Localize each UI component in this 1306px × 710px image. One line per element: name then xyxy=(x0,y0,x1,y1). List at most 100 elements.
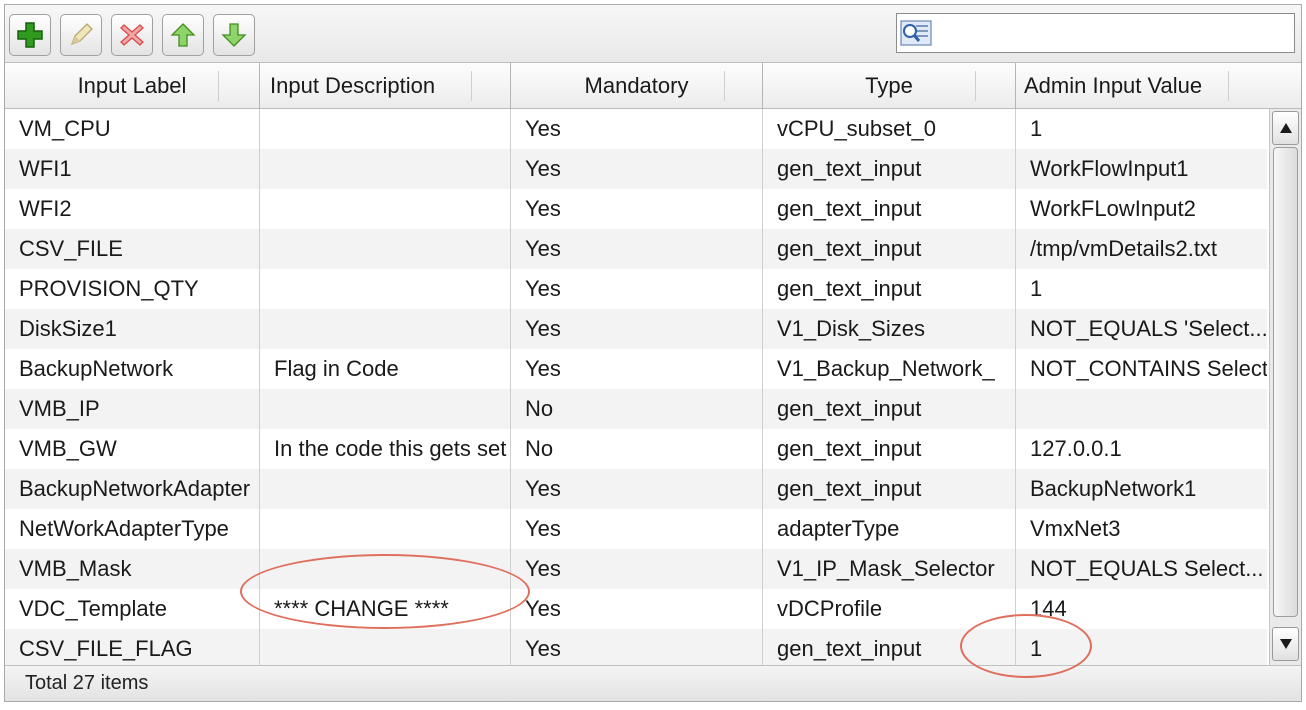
cell-type: V1_IP_Mask_Selector xyxy=(777,556,995,581)
cell-mandatory: Yes xyxy=(525,636,561,661)
cell-input-description xyxy=(260,149,510,189)
table-row[interactable]: NetWorkAdapterType Yes adapterType VmxNet3 xyxy=(5,509,1267,549)
cell-input-label: WFI2 xyxy=(19,196,72,221)
cell-type: gen_text_input xyxy=(777,156,922,181)
delete-x-icon xyxy=(120,24,144,46)
triangle-up-icon xyxy=(1279,123,1292,133)
plus-icon xyxy=(17,22,43,48)
toolbar xyxy=(5,5,1301,63)
total-items-label: Total 27 items xyxy=(25,672,149,694)
cell-type: V1_Backup_Network_ xyxy=(777,356,995,381)
cell-input-description xyxy=(260,269,510,309)
cell-type: gen_text_input xyxy=(777,436,922,461)
cell-type: vDCProfile xyxy=(777,596,883,621)
scroll-up-button[interactable] xyxy=(1272,111,1299,145)
vertical-scrollbar[interactable] xyxy=(1269,109,1301,665)
scrollbar-thumb[interactable] xyxy=(1273,147,1298,617)
cell-input-description: In the code this gets set xyxy=(274,436,507,461)
cell-type: gen_text_input xyxy=(777,196,922,221)
cell-type: gen_text_input xyxy=(777,476,922,501)
table-row[interactable]: CSV_FILE_FLAG Yes gen_text_input 1 xyxy=(5,629,1267,665)
cell-input-label: BackupNetwork xyxy=(19,356,174,381)
table-row[interactable]: VMB_IP No gen_text_input xyxy=(5,389,1267,429)
search-box[interactable] xyxy=(896,13,1295,53)
cell-mandatory: Yes xyxy=(525,316,561,341)
cell-type: adapterType xyxy=(777,516,900,541)
cell-type: gen_text_input xyxy=(777,396,922,421)
cell-input-label: BackupNetworkAdapter xyxy=(19,476,251,501)
arrow-up-icon xyxy=(170,23,196,47)
cell-input-description xyxy=(260,549,510,589)
cell-input-description xyxy=(260,229,510,269)
cell-input-description xyxy=(260,469,510,509)
search-input[interactable] xyxy=(935,17,1290,49)
cell-input-label: VMB_GW xyxy=(19,436,117,461)
table-row[interactable]: WFI1 Yes gen_text_input WorkFlowInput1 xyxy=(5,149,1267,189)
cell-mandatory: Yes xyxy=(525,516,561,541)
cell-admin-input-value: /tmp/vmDetails2.txt xyxy=(1030,236,1218,261)
cell-input-description xyxy=(260,629,510,665)
cell-input-description xyxy=(260,309,510,349)
cell-input-description: Flag in Code xyxy=(274,356,399,381)
table-row[interactable]: CSV_FILE Yes gen_text_input/tmp/vmDetails2… xyxy=(5,229,1267,269)
table-panel: Input Label Input Description Mandatory … xyxy=(4,4,1302,702)
cell-mandatory: Yes xyxy=(525,116,561,141)
cell-mandatory: Yes xyxy=(525,356,561,381)
column-header-type[interactable]: Type xyxy=(763,63,1015,109)
table-row[interactable]: VMB_GW In the code this gets set No gen_tex… xyxy=(5,429,1267,469)
table-row[interactable]: VMB_Mask Yes V1_IP_Mask_Selector NOT_EQUALS… xyxy=(5,549,1267,589)
cell-input-label: VM_CPU xyxy=(19,116,111,141)
cell-admin-input-value: NOT_CONTAINS Select xyxy=(1030,356,1267,381)
cell-input-label: VMB_Mask xyxy=(19,556,132,581)
cell-admin-input-value: 127.0.0.1 xyxy=(1030,436,1122,461)
move-up-button[interactable] xyxy=(162,14,204,56)
cell-input-label: WFI1 xyxy=(19,156,72,181)
cell-type: gen_text_input xyxy=(777,276,922,301)
cell-mandatory: Yes xyxy=(525,476,561,501)
cell-input-label: CSV_FILE xyxy=(19,236,123,261)
table-row[interactable]: VM_CPU Yes vCPU_subset_0 1 xyxy=(5,109,1267,149)
cell-admin-input-value: BackupNetwork1 xyxy=(1030,476,1197,501)
grid-body: VM_CPU Yes vCPU_subset_0 1 WFI1 Yes gen_text_i… xyxy=(5,109,1267,665)
cell-input-label: CSV_FILE_FLAG xyxy=(19,636,193,661)
cell-type: vCPU_subset_0 xyxy=(777,116,936,141)
cell-input-description xyxy=(260,509,510,549)
column-header-input-label[interactable]: Input Label xyxy=(5,63,259,109)
cell-mandatory: Yes xyxy=(525,236,561,261)
table-row[interactable]: BackupNetworkAdapter Yes gen_text_input Bac… xyxy=(5,469,1267,509)
edit-button[interactable] xyxy=(60,14,102,56)
cell-mandatory: Yes xyxy=(525,596,561,621)
cell-input-description xyxy=(260,109,510,149)
cell-type: gen_text_input xyxy=(777,636,922,661)
cell-mandatory: Yes xyxy=(525,556,561,581)
cell-admin-input-value: 144 xyxy=(1030,596,1067,621)
cell-mandatory: Yes xyxy=(525,276,561,301)
cell-admin-input-value xyxy=(1016,389,1267,429)
triangle-down-icon xyxy=(1279,639,1292,649)
cell-admin-input-value: NOT_EQUALS 'Select...' xyxy=(1030,316,1267,341)
cell-mandatory: Yes xyxy=(525,196,561,221)
cell-input-description: **** CHANGE **** xyxy=(274,596,449,621)
arrow-down-icon xyxy=(221,23,247,47)
cell-input-description xyxy=(260,189,510,229)
cell-input-label: NetWorkAdapterType xyxy=(19,516,229,541)
table-row[interactable]: PROVISION_QTY Yes gen_text_input 1 xyxy=(5,269,1267,309)
cell-admin-input-value: NOT_EQUALS Select... xyxy=(1030,556,1264,581)
add-button[interactable] xyxy=(9,14,51,56)
table-row[interactable]: DiskSize1 Yes V1_Disk_Sizes NOT_EQUALS 'Sel… xyxy=(5,309,1267,349)
move-down-button[interactable] xyxy=(213,14,255,56)
table-row[interactable]: VDC_Template **** CHANGE **** Yes vDCProfil… xyxy=(5,589,1267,629)
scroll-down-button[interactable] xyxy=(1272,627,1299,661)
data-grid: Input Label Input Description Mandatory … xyxy=(5,63,1301,665)
cell-admin-input-value: 1 xyxy=(1030,276,1043,301)
table-row[interactable]: BackupNetwork Flag in Code Yes V1_Backup_Ne… xyxy=(5,349,1267,389)
cell-mandatory: No xyxy=(525,436,554,461)
column-header-admin-input-value[interactable]: Admin Input Value xyxy=(1016,63,1256,109)
delete-button[interactable] xyxy=(111,14,153,56)
search-icon xyxy=(900,20,932,46)
column-header-input-description[interactable]: Input Description xyxy=(260,63,510,109)
table-row[interactable]: WFI2 Yes gen_text_input WorkFLowInput2 xyxy=(5,189,1267,229)
cell-mandatory: No xyxy=(525,396,554,421)
cell-type: V1_Disk_Sizes xyxy=(777,316,925,341)
cell-type: gen_text_input xyxy=(777,236,922,261)
